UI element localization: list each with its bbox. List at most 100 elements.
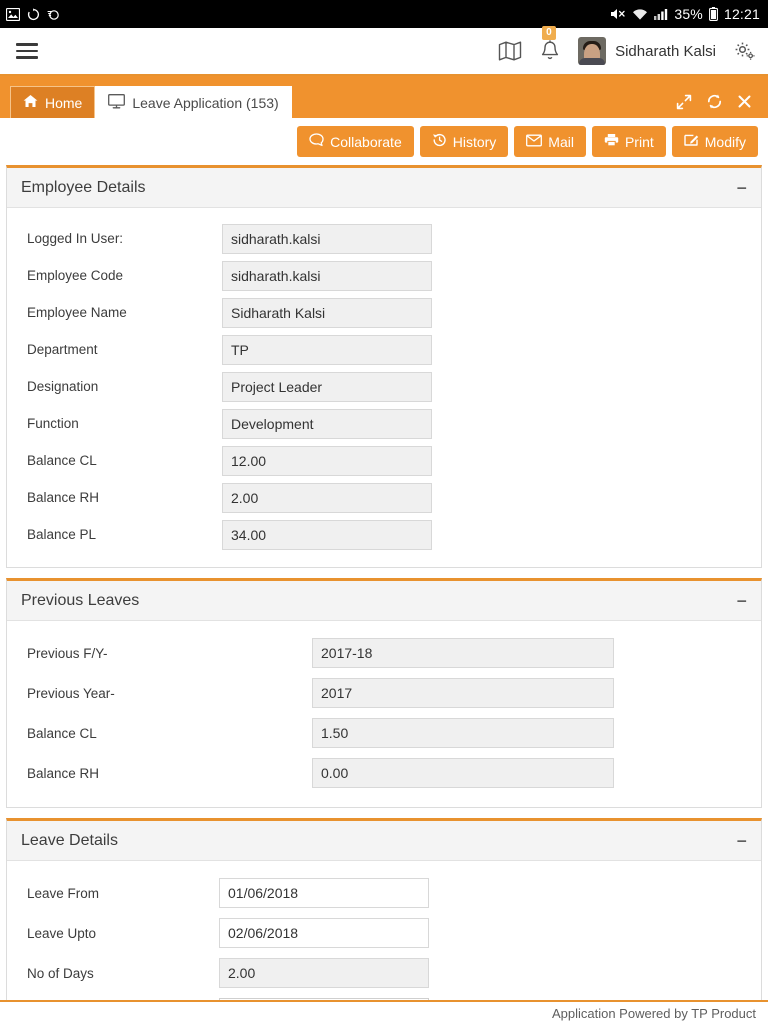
input-no-of-days[interactable]: 2.00: [219, 958, 429, 988]
notifications-bell[interactable]: 0: [540, 26, 560, 62]
panel-previous-leaves-title: Previous Leaves: [21, 591, 140, 609]
close-icon[interactable]: [737, 94, 752, 109]
field-row-prev-balance-cl: Balance CL 1.50: [7, 713, 761, 753]
home-icon: [23, 94, 38, 111]
input-leave-from[interactable]: 01/06/2018: [219, 878, 429, 908]
print-label: Print: [624, 133, 654, 150]
user-name-label: Sidharath Kalsi: [615, 42, 716, 60]
label-leave-from: Leave From: [27, 885, 100, 901]
panel-employee-details-title: Employee Details: [21, 178, 146, 196]
panel-previous-leaves-body: Previous F/Y- 2017-18 Previous Year- 201…: [7, 621, 761, 807]
history-button[interactable]: History: [419, 126, 509, 157]
input-balance-rh[interactable]: 2.00: [222, 482, 432, 513]
app-header: 0 Sidharath Kalsi: [0, 26, 768, 76]
input-previous-year[interactable]: 2017: [312, 678, 614, 708]
battery-percent-label: 35%: [674, 6, 703, 22]
notification-badge: 0: [542, 26, 556, 40]
panel-leave-details-title: Leave Details: [21, 831, 118, 849]
avatar-shirt: [579, 58, 606, 65]
panel-employee-details: Employee Details − Logged In User: sidha…: [6, 165, 762, 568]
tab-leave-application[interactable]: Leave Application (153): [95, 86, 292, 118]
footer: Application Powered by TP Product: [0, 1000, 768, 1024]
photo-icon: [6, 7, 20, 21]
user-menu[interactable]: Sidharath Kalsi: [578, 37, 716, 65]
input-previous-fy[interactable]: 2017-18: [312, 638, 614, 668]
collapse-toggle-leave-details[interactable]: −: [736, 832, 747, 850]
footer-text: Application Powered by TP Product: [551, 1005, 756, 1021]
monitor-icon: [108, 93, 126, 112]
form-content: Employee Details − Logged In User: sidha…: [0, 165, 768, 1024]
collapse-toggle-employee-details[interactable]: −: [736, 179, 747, 197]
field-row-balance-pl: Balance PL 34.00: [7, 516, 761, 553]
panel-employee-details-body: Logged In User: sidharath.kalsi Employee…: [7, 208, 761, 567]
printer-icon: [604, 133, 619, 150]
collaborate-button[interactable]: Collaborate: [297, 126, 414, 157]
tab-strip: Home Leave Application (153): [0, 76, 768, 118]
print-button[interactable]: Print: [591, 126, 666, 157]
input-leave-upto[interactable]: 02/06/2018: [219, 918, 429, 948]
wifi-icon: [632, 8, 648, 21]
input-employee-name[interactable]: Sidharath Kalsi: [222, 297, 432, 328]
collaborate-label: Collaborate: [330, 133, 402, 150]
input-employee-code[interactable]: sidharath.kalsi: [222, 260, 432, 291]
signal-icon: [654, 8, 668, 21]
label-function: Function: [27, 416, 79, 431]
label-prev-balance-rh: Balance RH: [27, 765, 100, 781]
tab-home-label: Home: [45, 94, 83, 111]
bell-icon: [540, 40, 560, 62]
action-toolbar: Collaborate History Mail Print Modify: [0, 118, 768, 165]
input-prev-balance-cl[interactable]: 1.50: [312, 718, 614, 748]
history-label: History: [452, 133, 497, 150]
battery-icon: [709, 7, 718, 21]
field-row-logged-in-user: Logged In User: sidharath.kalsi: [7, 220, 761, 257]
tab-window-controls: [676, 93, 758, 118]
label-leave-upto: Leave Upto: [27, 925, 97, 941]
panel-leave-details-header: Leave Details −: [7, 821, 761, 861]
collapse-toggle-previous-leaves[interactable]: −: [736, 592, 747, 610]
history-icon: [432, 133, 447, 150]
input-balance-pl[interactable]: 34.00: [222, 519, 432, 550]
field-row-previous-year: Previous Year- 2017: [7, 673, 761, 713]
input-logged-in-user[interactable]: sidharath.kalsi: [222, 223, 432, 254]
gears-icon[interactable]: [734, 41, 756, 61]
panel-leave-details: Leave Details − Leave From 01/06/2018 Le…: [6, 818, 762, 1024]
label-balance-cl: Balance CL: [27, 453, 97, 468]
input-balance-cl[interactable]: 12.00: [222, 445, 432, 476]
tab-home[interactable]: Home: [10, 86, 96, 118]
map-icon[interactable]: [498, 40, 522, 62]
field-row-department: Department TP: [7, 331, 761, 368]
mail-button[interactable]: Mail: [514, 126, 586, 157]
hamburger-icon[interactable]: [16, 39, 38, 63]
modify-button[interactable]: Modify: [671, 126, 758, 157]
input-department[interactable]: TP: [222, 334, 432, 365]
status-right-icons: 35% 12:21: [610, 6, 760, 22]
field-row-balance-rh: Balance RH 2.00: [7, 479, 761, 516]
label-department: Department: [27, 342, 98, 357]
loop-icon: [47, 8, 61, 21]
label-balance-rh: Balance RH: [27, 490, 100, 505]
clock-label: 12:21: [723, 6, 760, 22]
field-row-balance-cl: Balance CL 12.00: [7, 442, 761, 479]
label-logged-in-user: Logged In User:: [27, 231, 124, 246]
panel-previous-leaves-header: Previous Leaves −: [7, 581, 761, 621]
field-row-no-of-days: No of Days 2.00: [7, 953, 761, 993]
label-designation: Designation: [27, 379, 99, 394]
field-row-function: Function Development: [7, 405, 761, 442]
label-previous-fy: Previous F/Y-: [27, 645, 108, 661]
panel-employee-details-header: Employee Details −: [7, 168, 761, 208]
input-designation[interactable]: Project Leader: [222, 371, 432, 402]
label-employee-name: Employee Name: [27, 305, 127, 320]
sync-icon: [27, 7, 40, 21]
label-no-of-days: No of Days: [27, 965, 94, 981]
refresh-icon[interactable]: [706, 93, 723, 110]
field-row-prev-balance-rh: Balance RH 0.00: [7, 753, 761, 793]
app-screen: 35% 12:21 0 Sidharath Kalsi Home Leave A…: [0, 0, 768, 1024]
input-prev-balance-rh[interactable]: 0.00: [312, 758, 614, 788]
label-prev-balance-cl: Balance CL: [27, 725, 97, 741]
edit-icon: [684, 133, 699, 150]
expand-icon[interactable]: [676, 94, 692, 110]
panel-previous-leaves: Previous Leaves − Previous F/Y- 2017-18 …: [6, 578, 762, 808]
input-function[interactable]: Development: [222, 408, 432, 439]
label-employee-code: Employee Code: [27, 268, 124, 283]
avatar: [578, 37, 607, 65]
